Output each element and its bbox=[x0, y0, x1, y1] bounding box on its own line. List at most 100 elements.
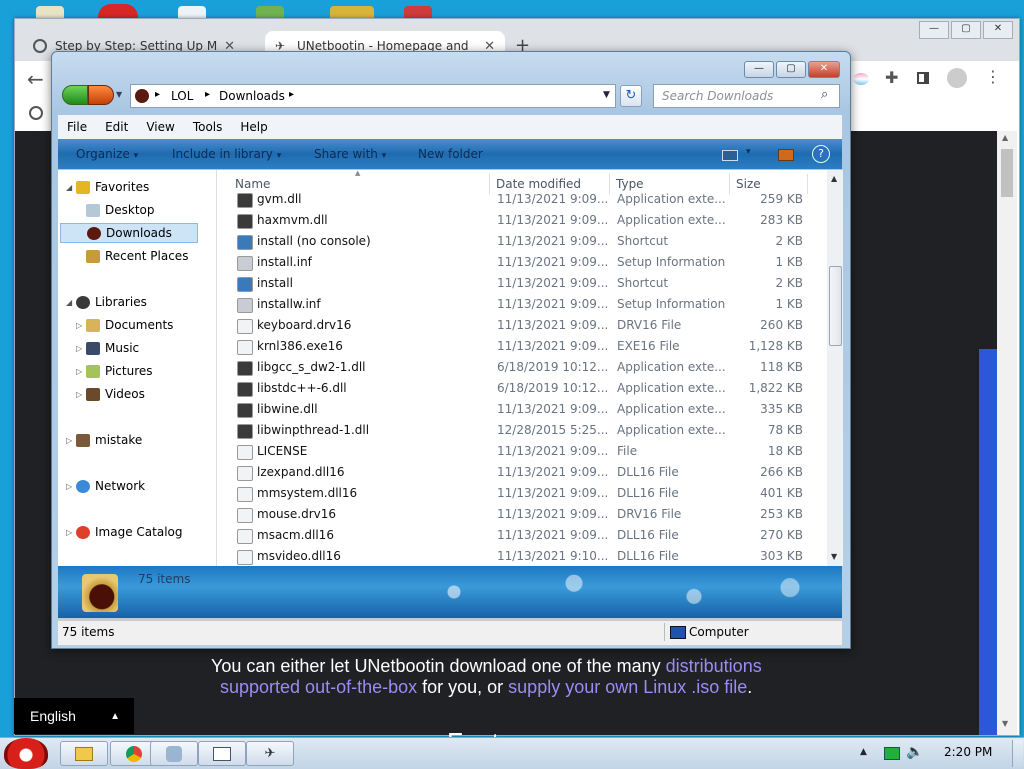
nav-item-libraries[interactable]: ◢ Libraries bbox=[66, 295, 147, 309]
back-arrow-icon[interactable]: ← bbox=[27, 67, 44, 91]
scroll-up-icon[interactable]: ▲ bbox=[831, 174, 837, 183]
include-in-library-button[interactable]: Include in library ▾ bbox=[172, 147, 281, 161]
new-folder-button[interactable]: New folder bbox=[418, 147, 483, 161]
taskbar-app4-button[interactable] bbox=[198, 741, 246, 766]
minimize-button[interactable]: — bbox=[919, 21, 949, 39]
expand-arrow-icon[interactable]: ▷ bbox=[66, 482, 76, 491]
taskbar-explorer-button[interactable] bbox=[60, 741, 108, 766]
maximize-button[interactable]: ▢ bbox=[776, 61, 806, 78]
file-row[interactable]: msacm.dll16 11/13/2021 9:09... DLL16 File 2… bbox=[217, 525, 827, 546]
file-row[interactable]: gvm.dll 11/13/2021 9:09... Application ext… bbox=[217, 189, 827, 210]
expand-arrow-icon[interactable]: ▷ bbox=[76, 344, 86, 353]
close-button[interactable]: ✕ bbox=[808, 61, 840, 78]
file-date: 11/13/2021 9:09... bbox=[497, 339, 607, 353]
expand-arrow-icon[interactable]: ▷ bbox=[76, 321, 86, 330]
menu-edit[interactable]: Edit bbox=[96, 120, 137, 134]
share-with-button[interactable]: Share with ▾ bbox=[314, 147, 386, 161]
maximize-button[interactable]: ▢ bbox=[951, 21, 981, 39]
scroll-thumb[interactable] bbox=[829, 266, 842, 346]
file-row[interactable]: lzexpand.dll16 11/13/2021 9:09... DLL16 Fi… bbox=[217, 462, 827, 483]
nav-item-image-catalog[interactable]: ▷ Image Catalog bbox=[66, 525, 182, 539]
address-bar[interactable]: ▸ LOL ▸ Downloads ▸ ▼ bbox=[130, 84, 616, 108]
file-row[interactable]: keyboard.drv16 11/13/2021 9:09... DRV16 Fi… bbox=[217, 315, 827, 336]
file-row[interactable]: installw.inf 11/13/2021 9:09... Setup Info… bbox=[217, 294, 827, 315]
language-selector[interactable]: English ▲ bbox=[14, 698, 134, 734]
preview-pane-icon[interactable] bbox=[778, 149, 794, 161]
scroll-thumb[interactable] bbox=[1001, 149, 1013, 197]
taskbar-app3-button[interactable] bbox=[150, 741, 198, 766]
file-type: EXE16 File bbox=[617, 339, 680, 353]
extension-icon-1[interactable] bbox=[853, 73, 869, 85]
recent-pages-chevron-icon[interactable]: ▼ bbox=[116, 90, 122, 99]
file-row[interactable]: krnl386.exe16 11/13/2021 9:09... EXE16 Fil… bbox=[217, 336, 827, 357]
volume-icon[interactable]: 🔈 bbox=[906, 744, 923, 760]
puzzle-icon[interactable]: ✚ bbox=[885, 68, 898, 87]
pictures-icon bbox=[86, 364, 100, 378]
menu-help[interactable]: Help bbox=[231, 120, 276, 134]
menu-kebab-icon[interactable]: ⋮ bbox=[985, 67, 1001, 86]
breadcrumb-downloads[interactable]: Downloads bbox=[219, 89, 285, 103]
page-scrollbar[interactable]: ▲ ▼ bbox=[997, 131, 1017, 735]
search-box[interactable]: Search Downloads ⌕ bbox=[653, 84, 840, 108]
file-row[interactable]: libgcc_s_dw2-1.dll 6/18/2019 10:12... Appl… bbox=[217, 357, 827, 378]
organize-button[interactable]: Organize ▾ bbox=[76, 147, 138, 161]
tray-show-hidden-icon[interactable]: ▲ bbox=[860, 747, 867, 757]
menu-tools[interactable]: Tools bbox=[184, 120, 232, 134]
nav-item-pictures[interactable]: ▷ Pictures bbox=[76, 364, 153, 378]
taskbar-app5-button[interactable]: ✈ bbox=[246, 741, 294, 766]
file-list-scrollbar[interactable]: ▲ ▼ bbox=[827, 170, 843, 566]
battery-icon[interactable] bbox=[884, 747, 900, 760]
supported-link[interactable]: supported out-of-the-box bbox=[220, 677, 417, 697]
refresh-button[interactable]: ↻ bbox=[620, 85, 642, 107]
menu-file[interactable]: File bbox=[58, 120, 96, 134]
expand-arrow-icon[interactable]: ▷ bbox=[76, 367, 86, 376]
close-button[interactable]: ✕ bbox=[983, 21, 1013, 39]
view-options-icon[interactable] bbox=[722, 150, 738, 161]
file-row[interactable]: install 11/13/2021 9:09... Shortcut 2 KB bbox=[217, 273, 827, 294]
nav-item-desktop[interactable]: Desktop bbox=[76, 203, 155, 217]
file-row[interactable]: LICENSE 11/13/2021 9:09... File 18 KB bbox=[217, 441, 827, 462]
address-dropdown-icon[interactable]: ▼ bbox=[603, 90, 610, 100]
file-row[interactable]: install (no console) 11/13/2021 9:09... Sh… bbox=[217, 231, 827, 252]
clock[interactable]: 2:20 PM bbox=[944, 745, 992, 759]
nav-item-recent-places[interactable]: Recent Places bbox=[76, 249, 188, 263]
help-icon[interactable]: ? bbox=[812, 145, 830, 163]
expand-arrow-icon[interactable]: ▷ bbox=[66, 436, 76, 445]
file-row[interactable]: msvideo.dll16 11/13/2021 9:10... DLL16 Fil… bbox=[217, 546, 827, 566]
scroll-up-icon[interactable]: ▲ bbox=[1002, 133, 1008, 142]
search-input[interactable]: Search Downloads bbox=[662, 89, 773, 103]
nav-item-mistake[interactable]: ▷ mistake bbox=[66, 433, 142, 447]
scroll-down-icon[interactable]: ▼ bbox=[831, 552, 837, 561]
expand-arrow-icon[interactable]: ▷ bbox=[76, 390, 86, 399]
forward-button[interactable] bbox=[88, 85, 114, 105]
nav-item-music[interactable]: ▷ Music bbox=[76, 341, 139, 355]
menu-view[interactable]: View bbox=[137, 120, 183, 134]
sidebar-icon[interactable] bbox=[917, 72, 929, 84]
back-button[interactable] bbox=[62, 85, 88, 105]
show-desktop-button[interactable] bbox=[1012, 740, 1023, 767]
chevron-down-icon[interactable]: ▾ bbox=[746, 147, 751, 157]
nav-item-videos[interactable]: ▷ Videos bbox=[76, 387, 145, 401]
scroll-down-icon[interactable]: ▼ bbox=[1002, 719, 1008, 728]
minimize-button[interactable]: — bbox=[744, 61, 774, 78]
breadcrumb-lol[interactable]: LOL bbox=[171, 89, 193, 103]
expand-arrow-icon[interactable]: ◢ bbox=[66, 298, 76, 307]
nav-item-network[interactable]: ▷ Network bbox=[66, 479, 145, 493]
file-row[interactable]: haxmvm.dll 11/13/2021 9:09... Application … bbox=[217, 210, 827, 231]
file-row[interactable]: mmsystem.dll16 11/13/2021 9:09... DLL16 Fi… bbox=[217, 483, 827, 504]
site-info-icon[interactable] bbox=[29, 106, 43, 120]
nav-item-downloads[interactable]: Downloads bbox=[60, 223, 198, 243]
expand-arrow-icon[interactable]: ▷ bbox=[66, 528, 76, 537]
start-button-icon[interactable] bbox=[4, 738, 48, 769]
profile-avatar-icon[interactable] bbox=[947, 68, 967, 88]
expand-arrow-icon[interactable]: ◢ bbox=[66, 183, 76, 192]
distributions-link[interactable]: distributions bbox=[666, 656, 762, 676]
nav-item-documents[interactable]: ▷ Documents bbox=[76, 318, 173, 332]
nav-item-favorites[interactable]: ◢ Favorites bbox=[66, 180, 149, 194]
file-row[interactable]: libwine.dll 11/13/2021 9:09... Application… bbox=[217, 399, 827, 420]
supply-iso-link[interactable]: supply your own Linux .iso file bbox=[508, 677, 747, 697]
file-row[interactable]: libwinpthread-1.dll 12/28/2015 5:25... App… bbox=[217, 420, 827, 441]
file-row[interactable]: libstdc++-6.dll 6/18/2019 10:12... Applica… bbox=[217, 378, 827, 399]
file-row[interactable]: mouse.drv16 11/13/2021 9:09... DRV16 File 2… bbox=[217, 504, 827, 525]
file-row[interactable]: install.inf 11/13/2021 9:09... Setup Infor… bbox=[217, 252, 827, 273]
